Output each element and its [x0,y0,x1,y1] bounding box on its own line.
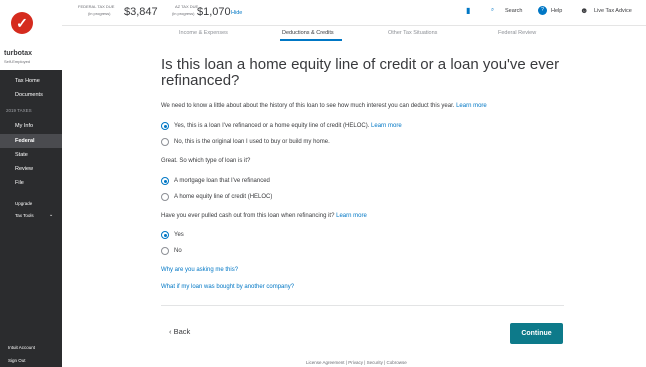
federal-tax-status: (in progress) [88,11,111,16]
cash-out-no-label[interactable]: No [174,248,182,254]
chevron-down-icon[interactable]: ⌄ [49,212,53,218]
page-title: Is this loan a home equity line of credi… [161,56,560,89]
logo[interactable]: ✓ turbotax Self-Employed [0,0,62,70]
intro-text-body: We need to know a little about about the… [161,103,455,109]
continue-button[interactable]: Continue [510,323,563,344]
loan-type-question: Great. So which type of loan is it? [161,158,251,164]
sidebar-item-federal[interactable]: Federal [0,134,62,148]
tab-income-expenses[interactable]: Income & Expenses [179,30,228,36]
help-link[interactable]: Help [551,8,562,14]
cash-out-learn-more-link[interactable]: Learn more [336,213,367,219]
loan-history-no-radio[interactable] [161,138,169,146]
active-tab-indicator [280,39,342,41]
loan-history-no-label[interactable]: No, this is the original loan I used to … [174,139,330,145]
progress-tabs: Income & Expenses Deductions & Credits O… [62,26,646,42]
intro-text: We need to know a little about about the… [161,103,487,109]
intro-learn-more-link[interactable]: Learn more [456,103,487,109]
state-tax-status: (in progress) [172,11,195,16]
why-asking-link[interactable]: Why are you asking me this? [161,267,238,273]
state-tax-label: AZ TAX DUE [175,4,199,9]
brand-sub: Self-Employed [4,59,31,64]
live-tax-advice-link[interactable]: Live Tax Advice [594,8,632,14]
sidebar-tax-tools[interactable]: Tax Tools [15,213,34,218]
sidebar-section-title: 2019 TAXES [6,108,32,113]
loan-type-mortgage-label[interactable]: A mortgage loan that I've refinanced [174,178,270,184]
advisor-icon[interactable]: ☻ [580,6,588,15]
sidebar-sign-out[interactable]: Sign Out [8,358,26,363]
cash-out-question-text: Have you ever pulled cash out from this … [161,213,335,219]
hide-link[interactable]: Hide [231,10,242,16]
cash-out-yes-radio[interactable] [161,231,169,239]
turbotax-check-icon: ✓ [11,12,33,34]
cash-out-yes-label[interactable]: Yes [174,232,184,238]
sidebar-upgrade[interactable]: Upgrade [15,201,32,206]
sidebar-item-documents[interactable]: Documents [0,88,62,102]
cash-out-no-radio[interactable] [161,247,169,255]
sidebar-intuit-account[interactable]: Intuit Account [8,345,35,350]
divider [161,305,564,306]
loan-type-heloc-radio[interactable] [161,193,169,201]
sidebar-item-my-info[interactable]: My Info [0,119,62,133]
sidebar: ✓ turbotax Self-Employed Tax Home Docume… [0,0,62,367]
sidebar-item-file[interactable]: File [0,176,62,190]
loan-history-yes-radio[interactable] [161,122,169,130]
back-label: Back [173,327,191,336]
sidebar-item-state[interactable]: State [0,148,62,162]
tab-other-tax-situations[interactable]: Other Tax Situations [388,30,437,36]
brand-name: turbotax [4,50,32,57]
heloc-learn-more-link[interactable]: Learn more [371,123,402,129]
loan-history-yes-text: Yes, this is a loan I've refinanced or a… [174,123,370,129]
federal-tax-amount: $3,847 [124,6,158,18]
search-link[interactable]: Search [505,8,522,14]
loan-bought-link[interactable]: What if my loan was bought by another co… [161,284,294,290]
cash-out-question: Have you ever pulled cash out from this … [161,213,367,219]
search-icon[interactable]: ⌕ [491,7,494,14]
tab-deductions-credits[interactable]: Deductions & Credits [282,30,334,36]
loan-history-yes-label[interactable]: Yes, this is a loan I've refinanced or a… [174,123,402,129]
sidebar-item-tax-home[interactable]: Tax Home [0,74,62,88]
footer-links[interactable]: License Agreement | Privacy | Security |… [306,360,407,365]
tab-federal-review[interactable]: Federal Review [498,30,536,36]
help-icon[interactable]: ? [538,6,547,15]
bookmark-icon[interactable]: ▮ [466,6,470,15]
loan-type-mortgage-radio[interactable] [161,177,169,185]
federal-tax-label: FEDERAL TAX DUE [78,4,115,9]
top-bar: FEDERAL TAX DUE (in progress) $3,847 AZ … [62,0,646,26]
sidebar-item-review[interactable]: Review [0,162,62,176]
state-tax-amount: $1,070 [197,6,231,18]
back-button[interactable]: ‹ Back [169,327,190,336]
chevron-left-icon: ‹ [169,327,172,336]
loan-type-heloc-label[interactable]: A home equity line of credit (HELOC) [174,194,272,200]
